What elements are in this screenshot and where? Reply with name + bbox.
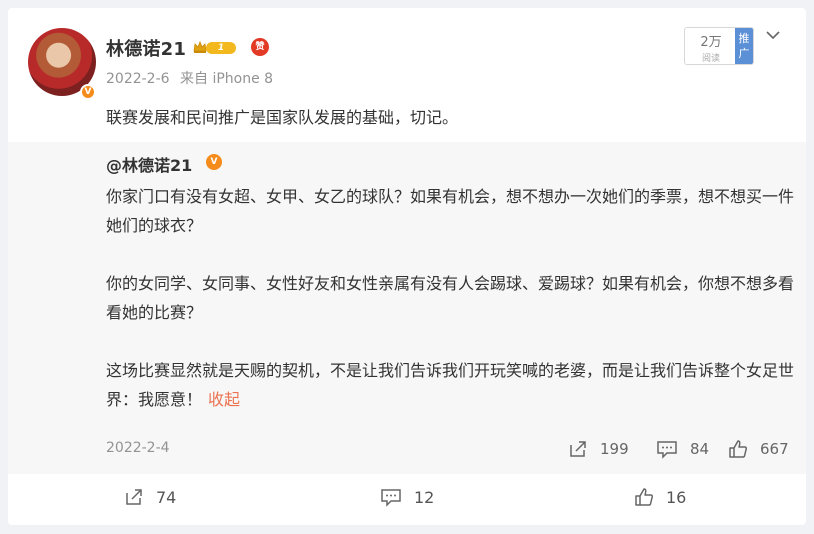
- original-like-button[interactable]: 667: [728, 438, 789, 460]
- original-comment-button[interactable]: 84: [656, 438, 709, 460]
- repost-count: 74: [156, 487, 177, 507]
- original-post-date[interactable]: 2022-2-4: [106, 440, 170, 456]
- like-count: 16: [666, 487, 687, 507]
- repost-button[interactable]: 74: [124, 486, 176, 508]
- comment-icon: [657, 441, 677, 459]
- original-paragraph: 你的女同学、女同事、女性好友和女性亲属有没有人会踢球、爱踢球？如果有机会，你想不…: [106, 274, 795, 322]
- original-author-link[interactable]: @林德诺21: [106, 152, 192, 176]
- read-count-box[interactable]: 2万 阅读 推广: [684, 27, 754, 65]
- original-repost-count: 199: [600, 440, 629, 458]
- verified-badge-icon: V: [80, 84, 96, 100]
- read-count-label: 阅读: [701, 54, 720, 64]
- vip-badge-icon[interactable]: 赞: [251, 38, 269, 56]
- post-source: 来自 iPhone 8: [180, 71, 274, 87]
- post-date[interactable]: 2022-2-6: [106, 71, 170, 87]
- original-paragraph: 这场比赛显然就是天赐的契机，不是让我们告诉我们开玩笑喊的老婆，而是让我们告诉整个…: [106, 356, 796, 414]
- original-like-count: 667: [760, 440, 789, 458]
- read-count: 2万 阅读: [685, 28, 737, 64]
- collapse-link[interactable]: 收起: [208, 390, 240, 409]
- like-button[interactable]: 16: [634, 486, 686, 508]
- read-count-number: 2万: [700, 35, 722, 50]
- original-post-body: 你家门口有没有女超、女甲、女乙的球队？如果有机会，想不想办一次她们的季票，想不想…: [106, 182, 796, 414]
- user-level-badge[interactable]: 1: [192, 39, 238, 57]
- comment-button[interactable]: 12: [380, 486, 434, 508]
- chevron-down-icon[interactable]: [764, 26, 782, 44]
- level-number: 1: [206, 42, 236, 54]
- promote-button[interactable]: 推广: [735, 28, 753, 64]
- original-paragraph: 你家门口有没有女超、女甲、女乙的球队？如果有机会，想不想办一次她们的季票，想不想…: [106, 187, 795, 235]
- thumbs-up-icon: [729, 440, 748, 458]
- verified-badge-icon: V: [206, 154, 222, 170]
- post-author-name[interactable]: 林德诺21: [106, 35, 186, 61]
- post-meta: 2022-2-6 来自 iPhone 8: [106, 68, 279, 88]
- weibo-post-card: V 林德诺21 1 赞 2022-2-6 来自 iPhone 8 2万 阅读 推…: [8, 8, 806, 525]
- original-repost-button[interactable]: 199: [568, 438, 629, 460]
- original-comment-count: 84: [690, 440, 710, 458]
- reposted-content[interactable]: @林德诺21 V 你家门口有没有女超、女甲、女乙的球队？如果有机会，想不想办一次…: [8, 142, 806, 474]
- comment-count: 12: [414, 487, 435, 507]
- comment-icon: [381, 489, 401, 507]
- post-text: 联赛发展和民间推广是国家队发展的基础，切记。: [106, 108, 459, 127]
- repost-icon: [126, 489, 142, 505]
- repost-icon: [570, 441, 586, 457]
- thumbs-up-icon: [635, 488, 654, 506]
